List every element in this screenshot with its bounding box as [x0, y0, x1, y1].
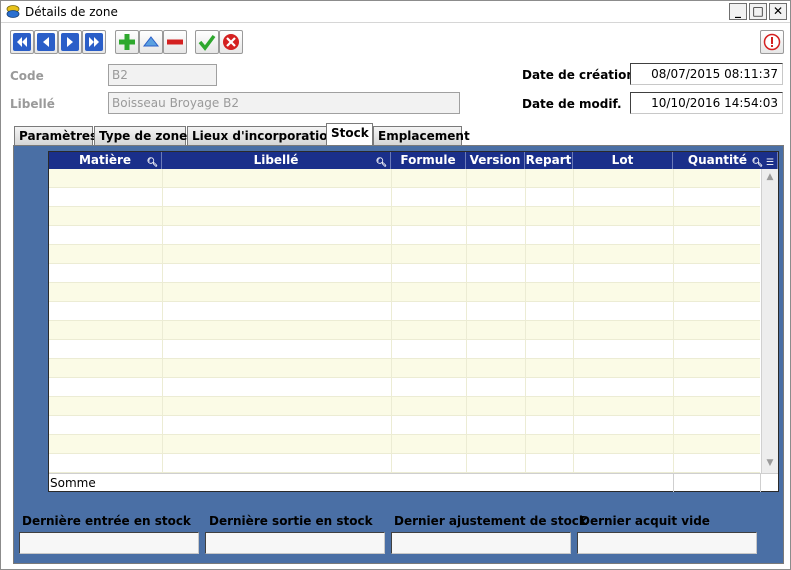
table-row[interactable] — [49, 302, 760, 321]
minimize-button[interactable]: _ — [729, 3, 747, 20]
derniere-entree-field[interactable] — [19, 532, 199, 554]
maximize-button[interactable]: □ — [749, 3, 767, 20]
first-record-button[interactable] — [10, 30, 34, 54]
info-button[interactable] — [760, 30, 784, 54]
scroll-up-icon[interactable]: ▲ — [765, 172, 775, 182]
first-icon — [13, 33, 31, 51]
validate-icon — [198, 34, 216, 51]
sum-quantite-cell — [673, 474, 761, 492]
previous-icon — [37, 33, 55, 51]
libelle-label: Libellé — [10, 97, 55, 111]
table-row[interactable] — [49, 378, 760, 397]
close-button[interactable]: ✕ — [769, 3, 787, 20]
last-icon — [85, 33, 103, 51]
table-row[interactable] — [49, 454, 760, 473]
title-bar: Détails de zone _ □ ✕ — [1, 1, 790, 23]
date-modif-field: 10/10/2016 14:54:03 — [630, 92, 783, 114]
scroll-down-icon[interactable]: ▼ — [765, 458, 775, 468]
column-divider — [391, 169, 392, 473]
window-title: Détails de zone — [25, 5, 118, 19]
code-label: Code — [10, 69, 44, 83]
table-row[interactable] — [49, 188, 760, 207]
dernier-ajustement-field[interactable] — [391, 532, 571, 554]
table-row[interactable] — [49, 340, 760, 359]
remove-icon — [167, 39, 183, 45]
column-divider — [525, 169, 526, 473]
stock-panel: Matière 🔍︎ Libellé 🔍︎ Formule Version Re… — [13, 145, 784, 564]
date-modif-label: Date de modif. — [522, 97, 622, 111]
dernier-ajustement-label: Dernier ajustement de stock — [394, 514, 587, 528]
info-icon — [763, 33, 781, 51]
column-header-matiere[interactable]: Matière 🔍︎ — [49, 152, 162, 169]
sum-corner-cell — [760, 474, 778, 492]
up-icon — [142, 36, 160, 47]
remove-button[interactable] — [163, 30, 187, 54]
tab-lieux-incorporation[interactable]: Lieux d'incorporation — [187, 126, 336, 146]
code-field[interactable]: B2 — [108, 64, 217, 86]
column-header-version[interactable]: Version — [466, 152, 525, 169]
column-divider — [573, 169, 574, 473]
derniere-entree-label: Dernière entrée en stock — [22, 514, 191, 528]
column-header-label: Quantité — [687, 153, 747, 167]
grid-header: Matière 🔍︎ Libellé 🔍︎ Formule Version Re… — [49, 152, 778, 169]
tab-stock[interactable]: Stock — [326, 123, 373, 146]
search-icon[interactable]: 🔍︎ — [147, 155, 158, 169]
add-icon — [119, 34, 135, 50]
table-row[interactable] — [49, 397, 760, 416]
column-settings-icon[interactable]: ☰ — [766, 155, 774, 169]
details-zone-window: Détails de zone _ □ ✕ Code B2 Libellé Bo… — [0, 0, 791, 570]
table-row[interactable] — [49, 321, 760, 340]
previous-record-button[interactable] — [34, 30, 58, 54]
validate-button[interactable] — [195, 30, 219, 54]
vertical-scrollbar[interactable]: ▲ ▼ — [761, 169, 778, 473]
app-icon — [6, 5, 20, 18]
next-icon — [61, 33, 79, 51]
table-row[interactable] — [49, 283, 760, 302]
table-row[interactable] — [49, 416, 760, 435]
last-record-button[interactable] — [82, 30, 106, 54]
search-icon[interactable]: 🔍︎ — [752, 155, 763, 169]
derniere-sortie-field[interactable] — [205, 532, 385, 554]
sum-label: Somme — [50, 476, 96, 490]
add-button[interactable] — [115, 30, 139, 54]
column-divider — [673, 169, 674, 473]
stock-grid[interactable]: Matière 🔍︎ Libellé 🔍︎ Formule Version Re… — [48, 151, 779, 492]
cancel-button[interactable] — [219, 30, 243, 54]
tab-type-de-zone[interactable]: Type de zone — [94, 126, 187, 146]
derniere-sortie-label: Dernière sortie en stock — [209, 514, 373, 528]
grid-body — [49, 169, 760, 473]
column-header-repart[interactable]: Repart — [525, 152, 573, 169]
date-creation-label: Date de création — [522, 68, 635, 82]
dernier-acquit-field[interactable] — [577, 532, 757, 554]
search-icon[interactable]: 🔍︎ — [376, 155, 387, 169]
column-header-label: Matière — [78, 153, 132, 167]
toolbar — [1, 30, 790, 56]
date-creation-field: 08/07/2015 08:11:37 — [630, 63, 783, 85]
column-header-libelle[interactable]: Libellé 🔍︎ — [162, 152, 391, 169]
dernier-acquit-label: Dernier acquit vide — [580, 514, 710, 528]
table-row[interactable] — [49, 169, 760, 188]
table-row[interactable] — [49, 207, 760, 226]
column-header-label: Libellé — [253, 153, 299, 167]
column-header-quantite[interactable]: Quantité 🔍︎ ☰ — [673, 152, 778, 169]
sum-row: Somme — [49, 473, 778, 492]
tab-emplacement[interactable]: Emplacement — [373, 126, 470, 146]
table-row[interactable] — [49, 245, 760, 264]
libelle-field[interactable]: Boisseau Broyage B2 — [108, 92, 460, 114]
tab-parametres[interactable]: Paramètres — [14, 126, 97, 146]
column-header-formule[interactable]: Formule — [391, 152, 466, 169]
table-row[interactable] — [49, 264, 760, 283]
table-row[interactable] — [49, 226, 760, 245]
column-divider — [466, 169, 467, 473]
move-up-button[interactable] — [139, 30, 163, 54]
column-divider — [162, 169, 163, 473]
table-row[interactable] — [49, 435, 760, 454]
column-header-lot[interactable]: Lot — [573, 152, 673, 169]
table-row[interactable] — [49, 359, 760, 378]
cancel-icon — [223, 34, 239, 50]
next-record-button[interactable] — [58, 30, 82, 54]
